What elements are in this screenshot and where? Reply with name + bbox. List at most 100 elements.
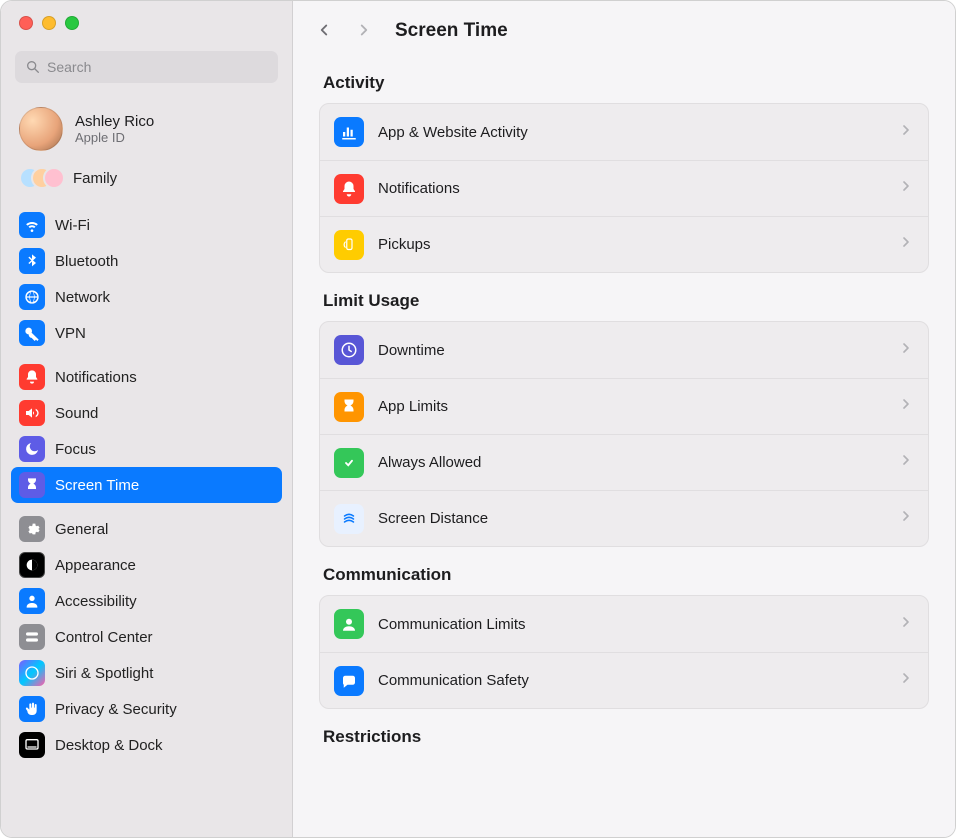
person-icon — [19, 588, 45, 614]
speaker-icon — [19, 400, 45, 426]
appearance-icon — [19, 552, 45, 578]
sidebar-item-controlcenter[interactable]: Control Center — [11, 619, 282, 655]
account-name: Ashley Rico — [75, 113, 154, 130]
sidebar-item-label: Control Center — [55, 629, 153, 646]
sidebar-item-label: Privacy & Security — [55, 701, 177, 718]
settings-row-label: Downtime — [378, 342, 884, 359]
sidebar-item-label: Desktop & Dock — [55, 737, 163, 754]
nav-forward-button[interactable] — [355, 21, 373, 42]
moon-icon — [19, 436, 45, 462]
account-subtitle: Apple ID — [75, 130, 154, 145]
sidebar-item-network[interactable]: Network — [11, 279, 282, 315]
section-title: Communication — [323, 565, 925, 585]
sidebar-item-label: General — [55, 521, 108, 538]
dock-icon — [19, 732, 45, 758]
sidebar-item-wifi[interactable]: Wi-Fi — [11, 207, 282, 243]
sidebar-item-notifications[interactable]: Notifications — [11, 359, 282, 395]
settings-row-always[interactable]: Always Allowed — [320, 434, 928, 490]
sidebar-item-family[interactable]: Family — [11, 157, 282, 199]
title-bar: Screen Time — [293, 1, 955, 61]
avatar — [19, 107, 63, 151]
settings-row-commlimits[interactable]: Communication Limits — [320, 596, 928, 652]
sidebar-item-apple-id[interactable]: Ashley Rico Apple ID — [11, 101, 282, 157]
chevron-right-icon — [898, 178, 914, 199]
settings-row-pickups[interactable]: Pickups — [320, 216, 928, 272]
globe-icon — [19, 284, 45, 310]
section-title: Limit Usage — [323, 291, 925, 311]
sidebar-item-siri[interactable]: Siri & Spotlight — [11, 655, 282, 691]
settings-row-label: Communication Safety — [378, 672, 884, 689]
bell-icon — [19, 364, 45, 390]
sidebar-item-label: Bluetooth — [55, 253, 118, 270]
settings-row-distance[interactable]: Screen Distance — [320, 490, 928, 546]
settings-row-label: Communication Limits — [378, 616, 884, 633]
wifi-icon — [19, 212, 45, 238]
sidebar-item-vpn[interactable]: VPN — [11, 315, 282, 351]
settings-row-label: Always Allowed — [378, 454, 884, 471]
sidebar-item-screentime[interactable]: Screen Time — [11, 467, 282, 503]
chevron-right-icon — [898, 234, 914, 255]
siri-icon — [19, 660, 45, 686]
sidebar-item-label: Screen Time — [55, 477, 139, 494]
chevron-right-icon — [898, 452, 914, 473]
sidebar-item-label: Network — [55, 289, 110, 306]
section-panel: App & Website Activity Notifications Pic… — [319, 103, 929, 273]
hourglass-icon — [334, 392, 364, 422]
minimize-button[interactable] — [42, 16, 56, 30]
settings-row-label: Screen Distance — [378, 510, 884, 527]
bell-icon — [334, 174, 364, 204]
sidebar-item-label: Notifications — [55, 369, 137, 386]
contact-icon — [334, 609, 364, 639]
sidebar-item-label: Accessibility — [55, 593, 137, 610]
chevron-right-icon — [898, 340, 914, 361]
section-title: Restrictions — [323, 727, 925, 747]
bluetooth-icon — [19, 248, 45, 274]
main-content: Screen Time Activity App & Website Activ… — [293, 1, 955, 837]
key-icon — [19, 320, 45, 346]
settings-row-app-activity[interactable]: App & Website Activity — [320, 104, 928, 160]
switches-icon — [19, 624, 45, 650]
sidebar-item-label: Focus — [55, 441, 96, 458]
chevron-right-icon — [898, 396, 914, 417]
sidebar-item-sound[interactable]: Sound — [11, 395, 282, 431]
nav-arrows — [315, 21, 373, 42]
settings-row-label: Notifications — [378, 180, 884, 197]
sidebar-item-desktopdock[interactable]: Desktop & Dock — [11, 727, 282, 763]
sidebar-item-label: Sound — [55, 405, 98, 422]
bubble-icon — [334, 666, 364, 696]
search-icon — [25, 59, 41, 75]
zoom-button[interactable] — [65, 16, 79, 30]
sidebar-item-focus[interactable]: Focus — [11, 431, 282, 467]
settings-row-notifs[interactable]: Notifications — [320, 160, 928, 216]
gear-icon — [19, 516, 45, 542]
hourglass-icon — [19, 472, 45, 498]
sidebar-item-appearance[interactable]: Appearance — [11, 547, 282, 583]
settings-row-commsafety[interactable]: Communication Safety — [320, 652, 928, 708]
sidebar-item-label: Wi-Fi — [55, 217, 90, 234]
nav-back-button[interactable] — [315, 21, 333, 42]
chevron-right-icon — [898, 122, 914, 143]
sidebar-item-privacy[interactable]: Privacy & Security — [11, 691, 282, 727]
section-panel: Downtime App Limits Always Allowed Scree… — [319, 321, 929, 547]
sidebar-item-general[interactable]: General — [11, 511, 282, 547]
settings-row-applimits[interactable]: App Limits — [320, 378, 928, 434]
window-controls — [1, 1, 292, 45]
sidebar-item-accessibility[interactable]: Accessibility — [11, 583, 282, 619]
chevron-right-icon — [898, 614, 914, 635]
settings-row-downtime[interactable]: Downtime — [320, 322, 928, 378]
sidebar-item-label: Siri & Spotlight — [55, 665, 153, 682]
hand-icon — [19, 696, 45, 722]
sidebar-item-label: Family — [73, 170, 117, 187]
page-title: Screen Time — [395, 20, 508, 42]
waves-icon — [334, 504, 364, 534]
chevron-right-icon — [898, 670, 914, 691]
settings-row-label: App Limits — [378, 398, 884, 415]
check-icon — [334, 448, 364, 478]
search-input[interactable]: Search — [15, 51, 278, 83]
section-panel: Communication Limits Communication Safet… — [319, 595, 929, 709]
search-placeholder: Search — [47, 59, 91, 75]
sidebar-item-label: Appearance — [55, 557, 136, 574]
close-button[interactable] — [19, 16, 33, 30]
pickup-icon — [334, 230, 364, 260]
sidebar-item-bluetooth[interactable]: Bluetooth — [11, 243, 282, 279]
